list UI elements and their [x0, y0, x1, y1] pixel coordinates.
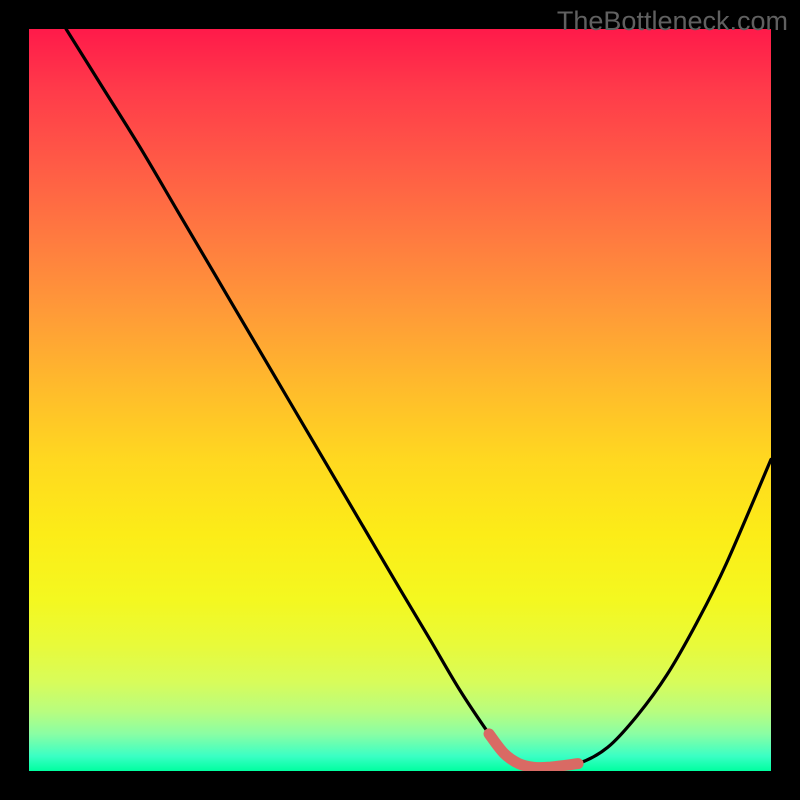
- watermark-text: TheBottleneck.com: [557, 6, 788, 37]
- bottleneck-curve: [29, 29, 771, 771]
